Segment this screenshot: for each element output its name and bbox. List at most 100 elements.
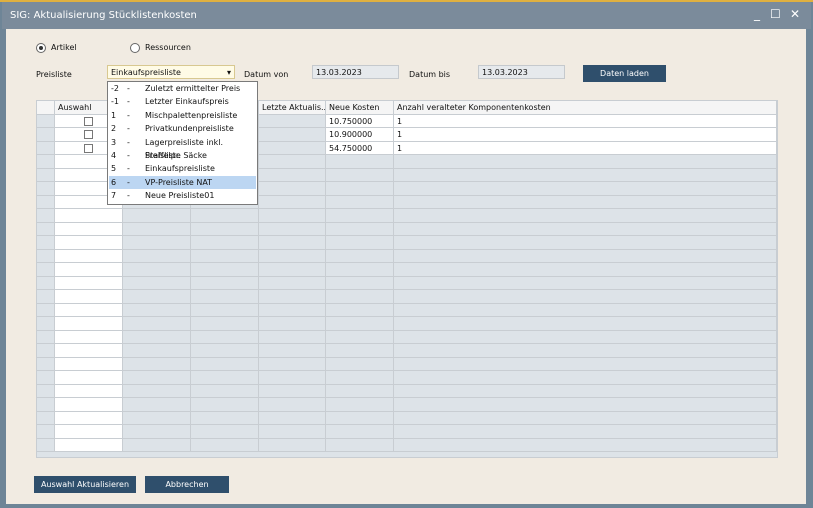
row-header[interactable] bbox=[37, 411, 55, 425]
row-header[interactable] bbox=[37, 195, 55, 209]
table-cell bbox=[191, 236, 259, 250]
table-cell bbox=[55, 290, 123, 304]
row-header[interactable] bbox=[37, 303, 55, 317]
dropdown-option[interactable]: 7- Neue Preisliste01 bbox=[109, 189, 256, 202]
row-header[interactable] bbox=[37, 141, 55, 155]
radio-artikel[interactable] bbox=[36, 43, 46, 53]
row-header[interactable] bbox=[37, 182, 55, 196]
row-header[interactable] bbox=[37, 425, 55, 439]
close-icon[interactable]: ✕ bbox=[790, 7, 800, 21]
table-cell: 10.750000 bbox=[326, 114, 394, 128]
preisliste-value: Einkaufspreisliste bbox=[111, 68, 181, 77]
table-cell bbox=[394, 425, 777, 439]
row-header[interactable] bbox=[37, 114, 55, 128]
minimize-icon[interactable]: _ bbox=[754, 7, 760, 21]
row-header[interactable] bbox=[37, 290, 55, 304]
row-header[interactable] bbox=[37, 344, 55, 358]
row-header[interactable] bbox=[37, 357, 55, 371]
option-code: 1 bbox=[111, 110, 117, 120]
table-cell bbox=[55, 222, 123, 236]
option-sep: - bbox=[127, 177, 130, 187]
auswahl-checkbox[interactable] bbox=[84, 116, 93, 126]
row-header[interactable] bbox=[37, 398, 55, 412]
option-code: 4 bbox=[111, 151, 117, 160]
daten-laden-button[interactable]: Daten laden bbox=[583, 65, 666, 82]
row-header[interactable] bbox=[37, 236, 55, 250]
table-cell bbox=[191, 290, 259, 304]
option-name: Neue Preisliste01 bbox=[145, 191, 215, 201]
row-header[interactable] bbox=[37, 249, 55, 263]
table-cell bbox=[259, 344, 326, 358]
table-cell bbox=[394, 209, 777, 223]
datum-bis-label: Datum bis bbox=[409, 70, 451, 79]
table-cell bbox=[123, 425, 191, 439]
auswahl-checkbox[interactable] bbox=[84, 143, 93, 153]
option-name: Einkaufspreisliste bbox=[145, 164, 215, 174]
radio-artikel-label: Artikel bbox=[51, 43, 77, 52]
table-cell bbox=[326, 317, 394, 331]
table-cell bbox=[326, 236, 394, 250]
radio-ressourcen[interactable] bbox=[130, 43, 140, 53]
row-header[interactable] bbox=[37, 155, 55, 169]
abbrechen-button[interactable]: Abbrechen bbox=[145, 476, 229, 493]
option-code: 6 bbox=[111, 177, 117, 187]
datum-von-field[interactable]: 13.03.2023 bbox=[312, 65, 399, 79]
auswahl-checkbox[interactable] bbox=[84, 130, 93, 139]
table-cell bbox=[326, 155, 394, 169]
table-cell bbox=[191, 344, 259, 358]
auswahl-aktualisieren-button[interactable]: Auswahl Aktualisieren bbox=[34, 476, 136, 493]
table-cell bbox=[326, 425, 394, 439]
row-header[interactable] bbox=[37, 317, 55, 331]
table-cell bbox=[259, 371, 326, 385]
datum-von-label: Datum von bbox=[244, 70, 289, 79]
row-header[interactable] bbox=[37, 371, 55, 385]
table-cell bbox=[259, 398, 326, 412]
option-name: Privatkundenpreisliste bbox=[145, 124, 234, 134]
dropdown-option[interactable]: -2- Zuletzt ermittelter Preis bbox=[109, 82, 256, 95]
preisliste-select[interactable]: Einkaufspreisliste ▾ bbox=[107, 65, 235, 79]
table-cell bbox=[394, 195, 777, 209]
row-header[interactable] bbox=[37, 128, 55, 142]
option-sep: - bbox=[127, 84, 130, 93]
row-header[interactable] bbox=[37, 263, 55, 277]
option-sep: - bbox=[127, 110, 130, 120]
table-cell bbox=[123, 209, 191, 223]
table-cell bbox=[259, 195, 326, 209]
column-header[interactable]: Letzte Aktualis... bbox=[259, 101, 326, 115]
dropdown-option[interactable]: -1- Letzter Einkaufspreis bbox=[109, 95, 256, 108]
row-header[interactable] bbox=[37, 276, 55, 290]
table-cell bbox=[326, 222, 394, 236]
table-cell: 10.900000 bbox=[326, 128, 394, 142]
table-cell bbox=[259, 276, 326, 290]
dropdown-option[interactable]: 1- Mischpalettenpreisliste bbox=[109, 109, 256, 122]
row-header[interactable] bbox=[37, 168, 55, 182]
table-cell bbox=[123, 438, 191, 452]
maximize-icon[interactable]: ☐ bbox=[770, 7, 781, 21]
row-header[interactable] bbox=[37, 330, 55, 344]
dropdown-option[interactable]: 3- Lagerpreisliste inkl. Staffelpr. bbox=[109, 136, 256, 160]
datum-bis-field[interactable]: 13.03.2023 bbox=[478, 65, 565, 79]
option-name: Letzter Einkaufspreis bbox=[145, 97, 229, 107]
table-cell bbox=[326, 290, 394, 304]
row-header[interactable] bbox=[37, 209, 55, 223]
table-cell bbox=[55, 371, 123, 385]
dropdown-option[interactable]: 6- VP-Preisliste NAT bbox=[109, 175, 256, 190]
table-cell bbox=[326, 168, 394, 182]
row-header[interactable] bbox=[37, 438, 55, 452]
row-header[interactable] bbox=[37, 222, 55, 236]
table-cell bbox=[123, 303, 191, 317]
table-cell bbox=[259, 114, 326, 128]
table-cell bbox=[326, 371, 394, 385]
table-cell bbox=[394, 263, 777, 277]
table-cell bbox=[394, 357, 777, 371]
row-header[interactable] bbox=[37, 384, 55, 398]
table-cell bbox=[259, 249, 326, 263]
table-cell bbox=[123, 263, 191, 277]
dropdown-option[interactable]: 5- Einkaufspreisliste bbox=[109, 162, 256, 175]
option-name: Mischpalettenpreisliste bbox=[145, 110, 238, 120]
dropdown-option[interactable]: 4 - Preisliste Säcke bbox=[109, 149, 256, 162]
dropdown-option[interactable]: 2- Privatkundenpreisliste bbox=[109, 122, 256, 135]
column-header[interactable]: Anzahl veralteter Komponentenkosten bbox=[394, 101, 777, 115]
column-header[interactable]: Neue Kosten bbox=[326, 101, 394, 115]
table-cell bbox=[55, 317, 123, 331]
